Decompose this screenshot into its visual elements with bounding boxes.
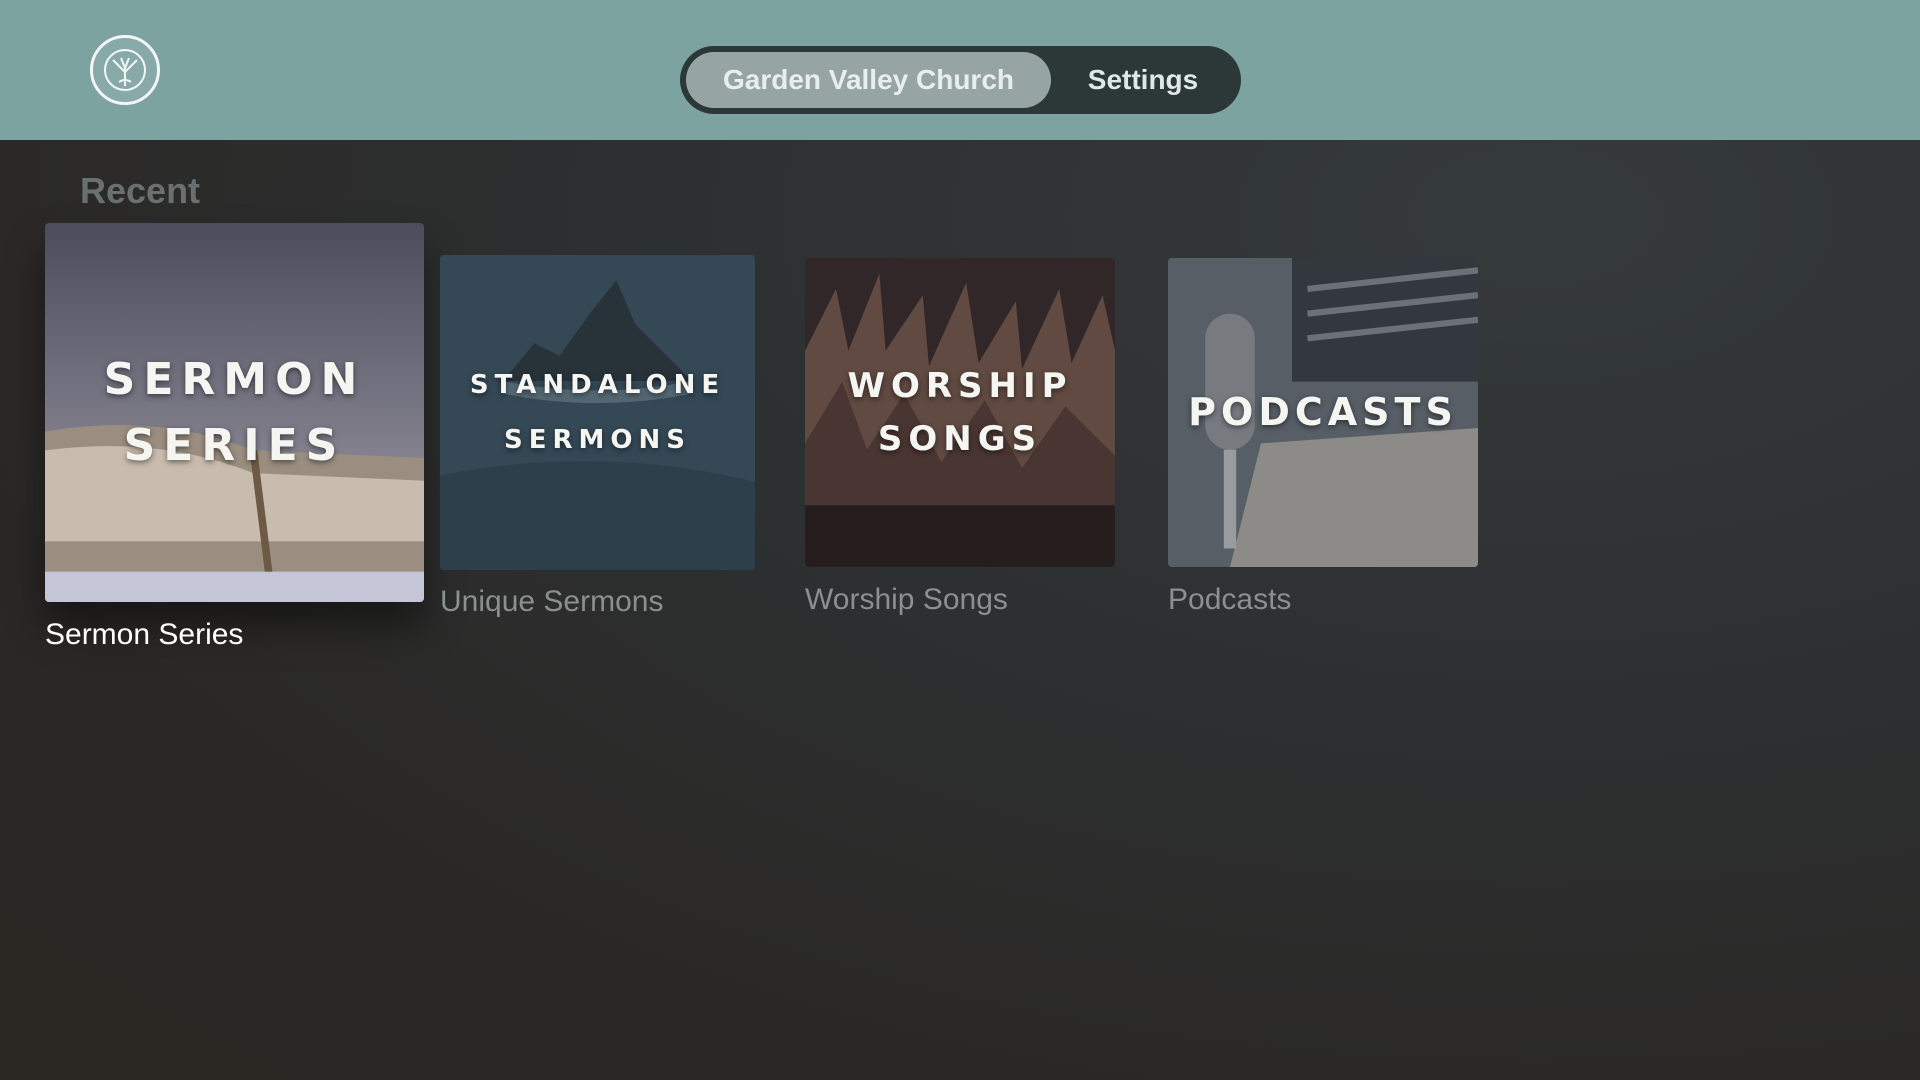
worship-songs-art-line2: SONGS — [877, 418, 1043, 459]
worship-songs-artwork: WORSHIP SONGS — [805, 258, 1115, 567]
sermon-series-art-line2: SERIES — [123, 419, 346, 471]
tab-bar: Garden Valley Church Settings — [680, 46, 1241, 114]
card-label: Unique Sermons — [440, 585, 664, 618]
sermon-series-art-line1: SERMON — [103, 353, 366, 405]
sermon-series-artwork: SERMON SERIES — [45, 223, 424, 602]
standalone-sermons-art-line1: STANDALONE — [469, 369, 726, 400]
podcasts-artwork: PODCASTS — [1168, 258, 1478, 567]
podcasts-art-line1: PODCASTS — [1188, 389, 1458, 434]
top-bar: Garden Valley Church Settings — [0, 0, 1920, 140]
standalone-sermons-art-line2: SERMONS — [504, 424, 691, 455]
tab-settings[interactable]: Settings — [1051, 52, 1235, 108]
tab-garden-valley-church[interactable]: Garden Valley Church — [686, 52, 1051, 108]
worship-songs-art-line1: WORSHIP — [847, 365, 1073, 406]
card-worship-songs[interactable]: WORSHIP SONGS Worship Songs — [805, 258, 1115, 616]
section-title: Recent — [80, 170, 201, 211]
church-logo-icon — [90, 35, 160, 105]
card-label: Podcasts — [1168, 583, 1292, 616]
card-label: Sermon Series — [45, 618, 244, 651]
card-podcasts[interactable]: PODCASTS Podcasts — [1168, 258, 1478, 616]
card-sermon-series[interactable]: SERMON SERIES Sermon Series — [45, 223, 424, 651]
card-unique-sermons[interactable]: STANDALONE SERMONS Unique Sermons — [440, 255, 755, 618]
standalone-sermons-artwork: STANDALONE SERMONS — [440, 255, 755, 570]
card-label: Worship Songs — [805, 583, 1008, 616]
